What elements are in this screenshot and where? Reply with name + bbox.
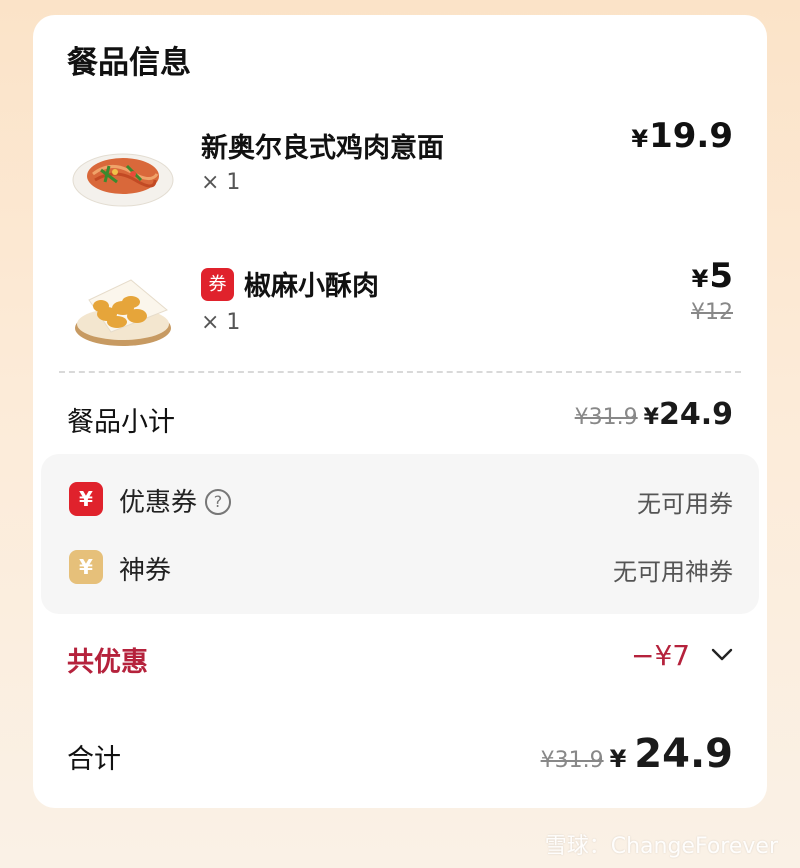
subtotal-amount: ¥31.9 ¥24.9 xyxy=(575,397,733,432)
currency-symbol: ¥ xyxy=(609,745,627,773)
coupon-row[interactable]: ¥ 优惠券? 无可用券 xyxy=(41,476,759,524)
super-coupon-value: 无可用神券 xyxy=(613,558,733,586)
subtotal-original: ¥31.9 xyxy=(574,405,638,430)
total-discount-toggle[interactable]: −¥7 xyxy=(631,639,733,672)
currency-symbol: ¥ xyxy=(691,265,709,293)
order-card: 餐品信息 新奥尔良式鸡肉意面 × 1 ¥19.9 券 椒麻小酥肉 × 1 ¥5 … xyxy=(33,15,767,808)
item-price: ¥19.9 xyxy=(631,116,733,156)
item-name: 椒麻小酥肉 xyxy=(244,271,379,302)
item-original-price: ¥12 xyxy=(691,300,733,325)
section-title: 餐品信息 xyxy=(67,45,191,81)
total-discount-value: −¥7 xyxy=(631,639,691,672)
coupon-icon: ¥ xyxy=(69,482,103,516)
currency-symbol: ¥ xyxy=(631,125,649,153)
discount-panel: ¥ 优惠券? 无可用券 ¥ 神券 无可用神券 xyxy=(41,454,759,614)
item-name: 新奥尔良式鸡肉意面 xyxy=(201,133,444,164)
chevron-down-icon[interactable] xyxy=(711,648,733,662)
total-value: 24.9 xyxy=(634,731,733,777)
currency-symbol: ¥ xyxy=(643,405,659,430)
total-discount-label: 共优惠 xyxy=(67,647,148,678)
coupon-value: 无可用券 xyxy=(637,490,733,518)
total-label: 合计 xyxy=(67,744,121,775)
super-coupon-icon: ¥ xyxy=(69,550,103,584)
total-original: ¥31.9 xyxy=(540,748,604,773)
item-price: ¥5 xyxy=(692,256,733,296)
help-icon[interactable]: ? xyxy=(205,488,232,515)
coupon-label-row: 优惠券? xyxy=(119,482,232,519)
item-price-amount: 5 xyxy=(709,256,733,296)
pasta-image xyxy=(72,153,174,207)
coupon-tag: 券 xyxy=(201,268,234,301)
super-coupon-label: 神券 xyxy=(119,556,172,586)
order-item[interactable]: 新奥尔良式鸡肉意面 × 1 ¥19.9 xyxy=(33,100,767,210)
crispy-pork-image xyxy=(75,279,171,346)
item-price-amount: 19.9 xyxy=(649,116,733,156)
item-quantity: × 1 xyxy=(201,170,241,195)
watermark: 雪球：ChangeForever xyxy=(544,834,778,859)
total-amount: ¥31.9 ¥24.9 xyxy=(541,731,733,777)
item-name-row: 券椒麻小酥肉 xyxy=(201,264,379,304)
super-coupon-row[interactable]: ¥ 神券 无可用神券 xyxy=(41,544,759,592)
item-quantity: × 1 xyxy=(201,310,241,335)
order-item[interactable]: 券椒麻小酥肉 × 1 ¥5 ¥12 xyxy=(33,240,767,350)
subtotal-label: 餐品小计 xyxy=(67,407,175,438)
dashed-divider xyxy=(59,371,741,373)
subtotal-value: 24.9 xyxy=(658,397,733,432)
coupon-label: 优惠券 xyxy=(119,488,198,518)
